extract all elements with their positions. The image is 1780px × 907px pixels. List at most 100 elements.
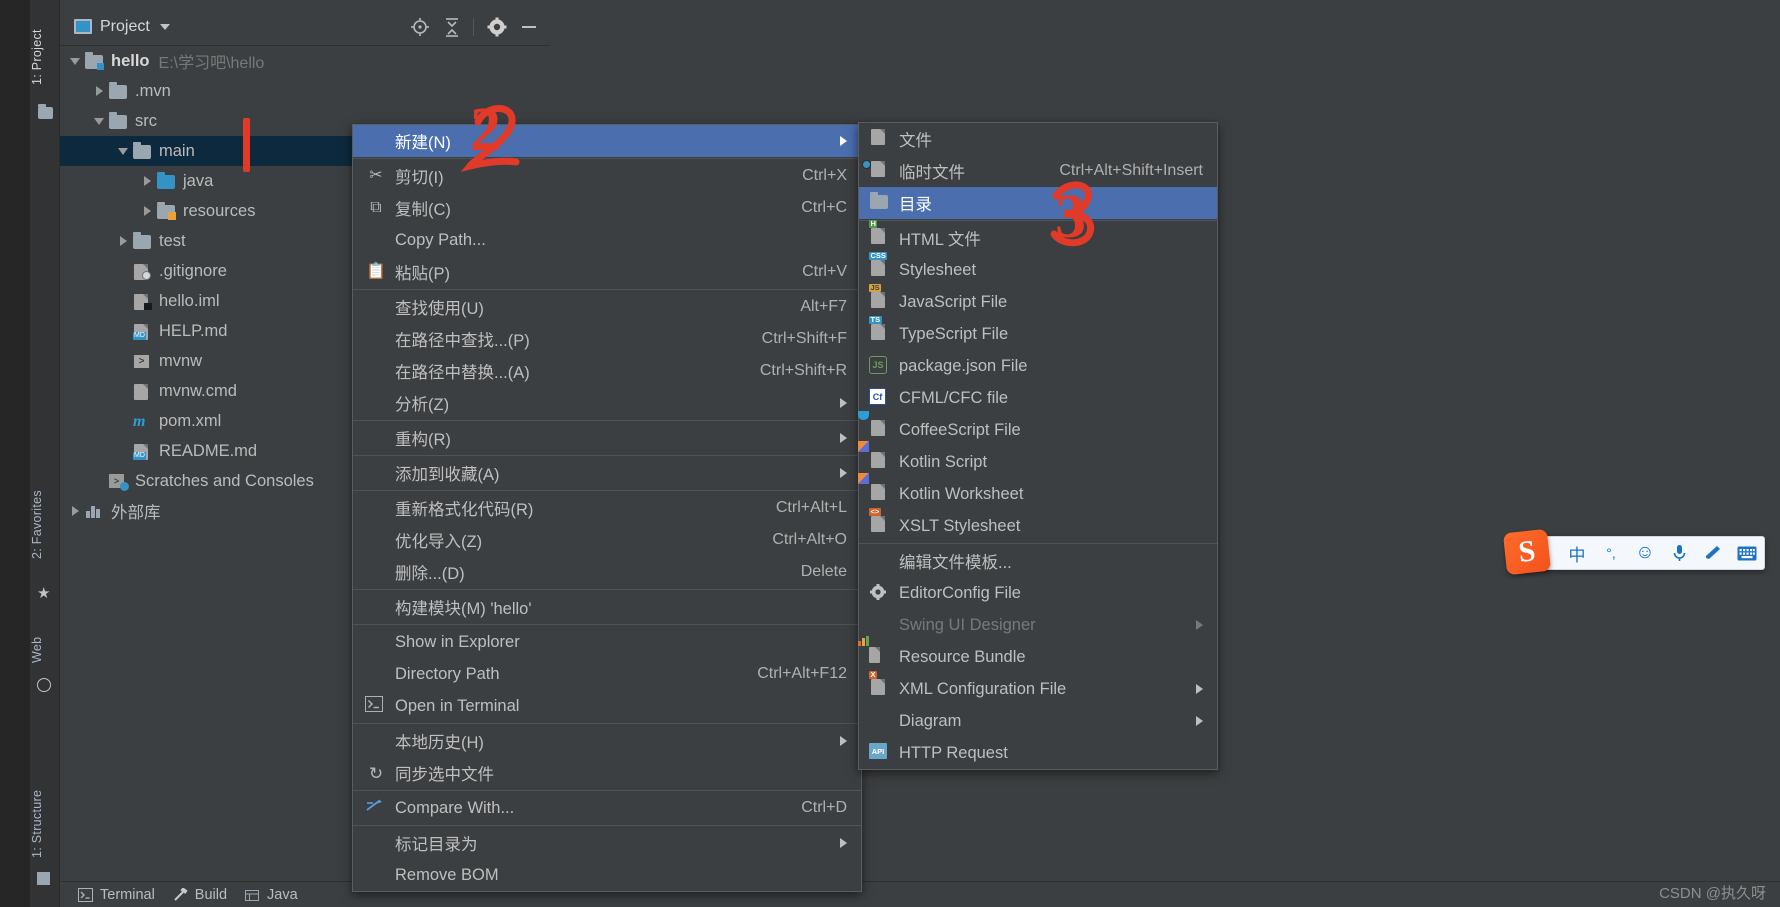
submenu-item-cfml-file[interactable]: Cf CFML/CFC file [859, 382, 1217, 414]
submenu-item-html-file[interactable]: H HTML 文件 [859, 220, 1217, 254]
menu-item-open-in-terminal[interactable]: Open in Terminal [353, 690, 861, 722]
menu-item-replace-in-path[interactable]: 在路径中替换...(A) Ctrl+Shift+R [353, 355, 861, 387]
gear-icon [869, 583, 891, 603]
menu-item-show-in-explorer[interactable]: Show in Explorer [353, 626, 861, 658]
menu-item-new[interactable]: 新建(N) [353, 125, 861, 157]
chevron-down-icon[interactable] [159, 23, 170, 30]
markdown-file-icon: MD [132, 442, 152, 460]
menu-item-label: 临时文件 [899, 164, 965, 182]
menu-item-build-module[interactable]: 构建模块(M) 'hello' [353, 591, 861, 623]
scratches-icon: > [108, 472, 129, 491]
menu-item-paste[interactable]: 📋 粘贴(P) Ctrl+V [353, 256, 861, 288]
menu-item-analyze[interactable]: 分析(Z) [353, 387, 861, 419]
twisty-expanded[interactable] [114, 136, 132, 166]
gear-icon[interactable] [486, 16, 508, 38]
menu-item-label: 查找使用(U) [395, 300, 484, 318]
bottom-item-build[interactable]: Build [173, 887, 227, 903]
twisty-collapsed[interactable] [90, 76, 108, 106]
minimize-icon[interactable] [518, 16, 540, 38]
menu-item-find-in-path[interactable]: 在路径中查找...(P) Ctrl+Shift+F [353, 323, 861, 355]
twisty-collapsed[interactable] [138, 196, 156, 226]
menu-item-label: XML Configuration File [899, 679, 1067, 698]
sidebar-item-project[interactable]: 1: Project [30, 14, 60, 100]
menu-item-synchronize[interactable]: ↻ 同步选中文件 [353, 757, 861, 789]
twisty-expanded[interactable] [90, 106, 108, 136]
menu-item-local-history[interactable]: 本地历史(H) [353, 725, 861, 757]
menu-item-shortcut: Delete [800, 563, 847, 580]
sogou-logo-icon[interactable]: S [1502, 528, 1552, 576]
bottom-item-label: Build [194, 886, 228, 903]
sidebar-item-favorites[interactable]: 2: Favorites [30, 470, 60, 580]
submenu-item-stylesheet[interactable]: CSS Stylesheet [859, 252, 1217, 286]
voice-input-icon[interactable] [1662, 544, 1696, 563]
submenu-item-edit-file-templates[interactable]: 编辑文件模板... [859, 545, 1217, 577]
sidebar-item-structure[interactable]: 1: Structure [30, 770, 60, 878]
ime-toolbar[interactable]: 中 °, ☺ [1513, 536, 1765, 570]
menu-item-label: 构建模块(M) 'hello' [395, 600, 532, 618]
locate-icon[interactable] [409, 16, 431, 38]
ts-file-icon: TS [869, 316, 891, 344]
menu-item-label: 标记目录为 [395, 836, 478, 854]
menu-item-copy[interactable]: ⧉ 复制(C) Ctrl+C [353, 192, 861, 224]
menu-item-reformat-code[interactable]: 重新格式化代码(R) Ctrl+Alt+L [353, 492, 861, 524]
submenu-item-directory[interactable]: 目录 [859, 187, 1217, 219]
submenu-item-kotlin-script[interactable]: Kotlin Script [858, 441, 1217, 478]
submenu-item-http-request[interactable]: API HTTP Request [859, 737, 1217, 769]
menu-item-remove-bom[interactable]: Remove BOM [353, 859, 861, 891]
menu-item-cut[interactable]: ✂ 剪切(I) Ctrl+X [353, 160, 861, 192]
submenu-item-coffeescript-file[interactable]: CoffeeScript File [858, 411, 1217, 446]
submenu-item-scratch-file[interactable]: 临时文件 Ctrl+Alt+Shift+Insert [859, 155, 1217, 187]
submenu-item-javascript-file[interactable]: JS JavaScript File [859, 284, 1217, 318]
new-submenu[interactable]: 文件 临时文件 Ctrl+Alt+Shift+Insert 目录 H HTML … [858, 122, 1218, 770]
menu-item-add-to-favorites[interactable]: 添加到收藏(A) [353, 457, 861, 489]
menu-item-shortcut: Ctrl+X [802, 167, 847, 184]
submenu-item-xslt-stylesheet[interactable]: <> XSLT Stylesheet [859, 508, 1217, 542]
blank-icon [365, 297, 387, 317]
menu-item-find-usages[interactable]: 查找使用(U) Alt+F7 [353, 291, 861, 323]
submenu-item-editorconfig-file[interactable]: EditorConfig File [859, 577, 1217, 609]
bottom-item-terminal[interactable]: Terminal [78, 887, 155, 903]
blank-icon [365, 664, 387, 684]
menu-separator [353, 589, 861, 590]
submenu-item-resource-bundle[interactable]: Resource Bundle [858, 636, 1217, 673]
submenu-item-file[interactable]: 文件 [859, 123, 1217, 155]
toolbar-divider [473, 17, 474, 36]
bottom-item-java[interactable]: Java [245, 887, 298, 903]
sidebar-item-web-label: Web [30, 636, 44, 664]
menu-separator [353, 455, 861, 456]
tree-row[interactable]: hello E:\学习吧\hello [60, 46, 550, 76]
twisty-expanded[interactable] [66, 46, 84, 76]
menu-separator [859, 543, 1217, 544]
menu-item-copy-path[interactable]: Copy Path... [353, 224, 861, 256]
twisty-collapsed[interactable] [114, 226, 132, 256]
menu-item-label: 编辑文件模板... [899, 554, 1012, 572]
sidebar-item-web[interactable]: Web [30, 625, 60, 675]
handwriting-icon[interactable] [1696, 545, 1730, 561]
resource-folder-icon [156, 202, 176, 220]
twisty-collapsed[interactable] [66, 496, 84, 526]
language-mode-icon[interactable]: 中 [1560, 541, 1594, 566]
menu-item-directory-path[interactable]: Directory Path Ctrl+Alt+F12 [353, 658, 861, 690]
context-menu[interactable]: 新建(N) ✂ 剪切(I) Ctrl+X ⧉ 复制(C) Ctrl+C Copy… [352, 124, 862, 892]
menu-item-label: Swing UI Designer [899, 615, 1036, 634]
menu-item-delete[interactable]: 删除...(D) Delete [353, 556, 861, 588]
twisty-collapsed[interactable] [138, 166, 156, 196]
menu-item-label: JavaScript File [899, 292, 1008, 311]
collapse-all-icon[interactable] [441, 16, 463, 38]
blank-icon [365, 562, 387, 582]
submenu-item-typescript-file[interactable]: TS TypeScript File [859, 316, 1217, 350]
soft-keyboard-icon[interactable] [1730, 546, 1764, 561]
menu-item-refactor[interactable]: 重构(R) [353, 422, 861, 454]
emoji-icon[interactable]: ☺ [1628, 542, 1662, 564]
menu-item-optimize-imports[interactable]: 优化导入(Z) Ctrl+Alt+O [353, 524, 861, 556]
submenu-item-diagram[interactable]: Diagram [859, 705, 1217, 737]
html-file-icon: H [869, 220, 891, 248]
structure-icon [37, 872, 53, 888]
tree-row[interactable]: .mvn [60, 76, 550, 106]
menu-item-compare-with[interactable]: Compare With... Ctrl+D [353, 792, 861, 824]
submenu-item-kotlin-worksheet[interactable]: Kotlin Worksheet [858, 473, 1217, 510]
menu-item-mark-directory-as[interactable]: 标记目录为 [353, 827, 861, 859]
submenu-item-xml-configuration-file[interactable]: X XML Configuration File [859, 671, 1217, 705]
submenu-item-package-json-file[interactable]: JS package.json File [859, 350, 1217, 382]
punctuation-mode-icon[interactable]: °, [1594, 545, 1628, 561]
